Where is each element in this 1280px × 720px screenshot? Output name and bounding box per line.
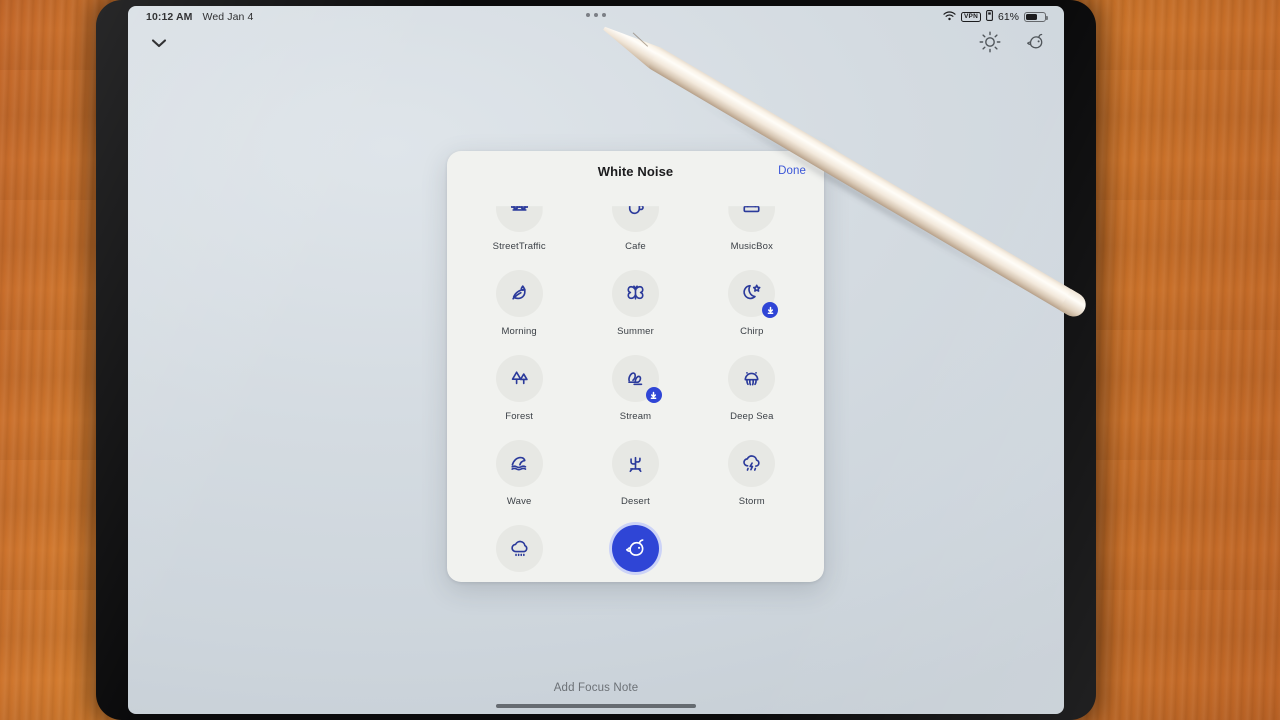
- sound-item-streettraffic[interactable]: StreetTraffic: [461, 179, 577, 264]
- butterfly-icon: [611, 270, 659, 317]
- sound-label: Cafe: [625, 241, 646, 252]
- sound-item-storm[interactable]: Storm: [694, 434, 810, 519]
- battery-icon: [1024, 11, 1048, 23]
- forest-trees-icon: [495, 355, 543, 402]
- sheet-title: White Noise: [597, 163, 674, 179]
- ipad-device: 10:12 AM Wed Jan 4 VPN 61% White Noise D…: [96, 0, 1096, 720]
- sound-label: Rain: [509, 581, 529, 582]
- moon-star-icon: [728, 270, 779, 318]
- ipad-screen: 10:12 AM Wed Jan 4 VPN 61% White Noise D…: [128, 6, 1064, 714]
- add-focus-note-button[interactable]: Add Focus Note: [128, 682, 1064, 694]
- sound-label: Summer: [617, 326, 654, 337]
- whale-icon[interactable]: [1024, 30, 1048, 54]
- storm-cloud-lightning-icon: [728, 440, 776, 487]
- sound-item-stream[interactable]: Stream: [577, 349, 693, 434]
- sound-item-summer[interactable]: Summer: [577, 264, 693, 349]
- cactus-icon: [611, 440, 659, 487]
- top-right-controls: [978, 30, 1048, 54]
- sound-label: Wave: [506, 496, 532, 507]
- multitasking-dots-icon[interactable]: [586, 13, 606, 17]
- sound-label: MusicBox: [730, 241, 774, 252]
- status-date: Wed Jan 4: [202, 11, 254, 23]
- status-time: 10:12 AM: [146, 11, 193, 23]
- sound-item-wave[interactable]: Wave: [461, 434, 577, 519]
- sound-item-cafe[interactable]: Cafe: [577, 179, 693, 264]
- wave-icon: [495, 440, 543, 487]
- sound-label: Whale: [622, 581, 650, 582]
- sound-item-forest[interactable]: Forest: [461, 349, 577, 434]
- music-box-icon: [728, 206, 776, 232]
- wifi-icon: [943, 10, 956, 24]
- sound-label: Morning: [501, 326, 537, 337]
- white-noise-grid: StreetTraffic Cafe MusicBox Morning Summ…: [447, 179, 824, 582]
- sound-item-desert[interactable]: Desert: [577, 434, 693, 519]
- battery-percent: 61%: [997, 11, 1019, 23]
- street-traffic-icon: [495, 206, 543, 232]
- vpn-badge: VPN: [961, 12, 981, 22]
- sound-label: Deep Sea: [730, 411, 774, 422]
- sound-item-whale[interactable]: Whale: [577, 519, 693, 582]
- sound-label: Storm: [738, 496, 765, 507]
- desk-background: 10:12 AM Wed Jan 4 VPN 61% White Noise D…: [0, 0, 1280, 720]
- sound-label: Desert: [621, 496, 650, 507]
- rain-cloud-icon: [495, 525, 543, 572]
- stream-rock-water-icon: [611, 355, 662, 403]
- sound-label: Forest: [505, 411, 534, 422]
- download-badge-icon[interactable]: [645, 387, 662, 403]
- sound-label: StreetTraffic: [492, 241, 546, 252]
- jellyfish-icon: [728, 355, 776, 402]
- sound-label: Stream: [619, 411, 652, 422]
- home-indicator[interactable]: [496, 704, 696, 708]
- status-bar-left: 10:12 AM Wed Jan 4: [146, 11, 253, 23]
- sound-item-deep-sea[interactable]: Deep Sea: [694, 349, 810, 434]
- done-button[interactable]: Done: [778, 165, 806, 177]
- sound-item-musicbox[interactable]: MusicBox: [694, 179, 810, 264]
- chevron-down-icon[interactable]: [146, 34, 172, 52]
- download-badge-icon[interactable]: [762, 302, 779, 318]
- status-bar-right: VPN 61%: [943, 10, 1048, 24]
- status-bar: 10:12 AM Wed Jan 4 VPN 61%: [128, 6, 1064, 28]
- sound-item-morning[interactable]: Morning: [461, 264, 577, 349]
- sound-label: Chirp: [740, 326, 764, 337]
- cafe-cup-icon: [611, 206, 659, 232]
- white-noise-sheet: White Noise Done StreetTraffic Cafe Musi…: [447, 151, 824, 582]
- morning-leaf-dew-icon: [495, 270, 543, 317]
- brightness-sun-icon[interactable]: [978, 30, 1002, 54]
- whale-icon: [611, 525, 659, 572]
- sound-item-rain[interactable]: Rain: [461, 519, 577, 582]
- sim-icon: [986, 10, 993, 24]
- sound-item-chirp[interactable]: Chirp: [694, 264, 810, 349]
